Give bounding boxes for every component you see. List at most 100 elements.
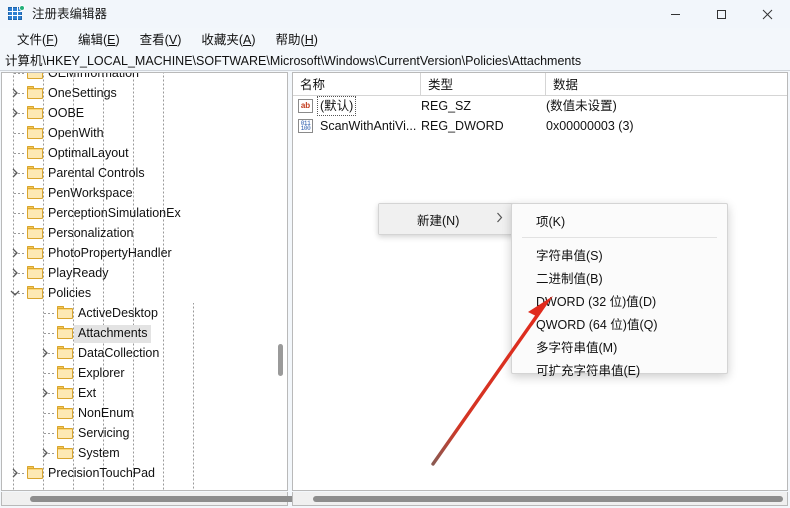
value-type: REG_SZ — [421, 99, 472, 113]
tree-item-system[interactable]: System — [2, 443, 287, 463]
dword-value-icon: 011 100 — [298, 119, 313, 133]
tree-item-label: NonEnum — [78, 406, 134, 420]
value-row[interactable]: 011 100 ScanWithAntiVi... REG_DWORD 0x000000… — [293, 116, 787, 136]
tree-item-label: PenWorkspace — [48, 186, 133, 200]
context-submenu-new-types[interactable]: 项(K) 字符串值(S) 二进制值(B) DWORD (32 位)值(D) QWORD … — [511, 203, 728, 378]
menu-edit[interactable]: 编辑(E) — [69, 30, 129, 50]
chevron-right-icon[interactable] — [8, 83, 22, 103]
folder-icon — [57, 326, 74, 340]
menu-file-tail: ) — [53, 32, 58, 47]
tree-item-oeminformation[interactable]: OEMInformation — [2, 73, 287, 83]
tree-item-label: OOBE — [48, 106, 85, 120]
menu-file-acc: F — [46, 32, 54, 47]
value-name: ScanWithAntiVi... — [320, 119, 417, 133]
value-row[interactable]: ab (默认) REG_SZ (数值未设置) — [293, 96, 787, 116]
minimize-button[interactable] — [652, 0, 698, 28]
registry-tree[interactable]: OEMInformation OneSettings OOBE OpenWith Opt… — [2, 73, 287, 483]
menu-help-acc: H — [304, 32, 314, 47]
tree-item-playready[interactable]: PlayReady — [2, 263, 287, 283]
folder-icon — [27, 106, 44, 120]
column-header-data[interactable]: 数据 — [546, 73, 787, 96]
chevron-right-icon[interactable] — [8, 263, 22, 283]
tree-item-servicing[interactable]: Servicing — [2, 423, 287, 443]
submenu-item[interactable]: 二进制值(B) — [512, 266, 727, 289]
folder-icon — [27, 286, 44, 300]
tree-item-optimallayout[interactable]: OptimalLayout — [2, 143, 287, 163]
menu-file[interactable]: 文件(F) — [8, 30, 67, 50]
chevron-right-icon[interactable] — [8, 463, 22, 483]
tree-item-attachments[interactable]: Attachments — [2, 323, 287, 343]
tree-item-label: PlayReady — [48, 266, 109, 280]
tree-item-precisiontouchpad[interactable]: PrecisionTouchPad — [2, 463, 287, 483]
menu-help-tail: ) — [313, 32, 318, 47]
context-menu-item-new-label: 新建(N) — [417, 213, 460, 228]
chevron-right-icon[interactable] — [8, 163, 22, 183]
address-path: 计算机\HKEY_LOCAL_MACHINE\SOFTWARE\Microsof… — [5, 53, 582, 68]
tree-item-onesettings[interactable]: OneSettings — [2, 83, 287, 103]
column-header-type[interactable]: 类型 — [421, 73, 546, 96]
menu-help-text: 帮助( — [275, 32, 305, 47]
tree-item-photopropertyhandler[interactable]: PhotoPropertyHandler — [2, 243, 287, 263]
tree-item-label: ActiveDesktop — [78, 306, 158, 320]
tree-item-parental-controls[interactable]: Parental Controls — [2, 163, 287, 183]
menu-view[interactable]: 查看(V) — [131, 30, 191, 50]
close-button[interactable] — [744, 0, 790, 28]
tree-item-nonenum[interactable]: NonEnum — [2, 403, 287, 423]
submenu-item[interactable]: 可扩充字符串值(E) — [512, 358, 727, 381]
submenu-item[interactable]: QWORD (64 位)值(Q) — [512, 312, 727, 335]
tree-item-penworkspace[interactable]: PenWorkspace — [2, 183, 287, 203]
window-title: 注册表编辑器 — [32, 7, 108, 21]
folder-icon — [57, 406, 74, 420]
tree-item-activedesktop[interactable]: ActiveDesktop — [2, 303, 287, 323]
list-horizontal-scrollbar[interactable] — [292, 492, 788, 506]
registry-tree-pane[interactable]: OEMInformation OneSettings OOBE OpenWith Opt… — [1, 72, 288, 491]
tree-item-oobe[interactable]: OOBE — [2, 103, 287, 123]
submenu-item[interactable]: DWORD (32 位)值(D) — [512, 289, 727, 312]
value-type: REG_DWORD — [421, 119, 504, 133]
chevron-right-icon[interactable] — [38, 383, 52, 403]
tree-item-perceptionsimulationex[interactable]: PerceptionSimulationEx — [2, 203, 287, 223]
submenu-item[interactable]: 多字符串值(M) — [512, 335, 727, 358]
tree-horizontal-scrollbar[interactable] — [1, 492, 350, 506]
menu-favorites[interactable]: 收藏夹(A) — [192, 30, 264, 50]
value-name: (默认) — [317, 96, 357, 116]
tree-item-datacollection[interactable]: DataCollection — [2, 343, 287, 363]
address-bar[interactable]: 计算机\HKEY_LOCAL_MACHINE\SOFTWARE\Microsof… — [0, 51, 790, 71]
folder-icon — [27, 126, 44, 140]
folder-icon — [57, 306, 74, 320]
chevron-down-icon[interactable] — [8, 283, 22, 303]
tree-item-ext[interactable]: Ext — [2, 383, 287, 403]
submenu-item[interactable]: 项(K) — [512, 209, 727, 232]
folder-icon — [27, 266, 44, 280]
tree-item-personalization[interactable]: Personalization — [2, 223, 287, 243]
menu-view-text: 查看( — [139, 32, 169, 47]
tree-item-label: Policies — [48, 286, 92, 300]
chevron-right-icon[interactable] — [38, 443, 52, 463]
chevron-right-icon[interactable] — [38, 343, 52, 363]
menu-bar: 文件(F) 编辑(E) 查看(V) 收藏夹(A) 帮助(H) — [0, 28, 790, 51]
chevron-right-icon[interactable] — [8, 243, 22, 263]
tree-item-openwith[interactable]: OpenWith — [2, 123, 287, 143]
registry-values-list[interactable]: ab (默认) REG_SZ (数值未设置) 011 100 ScanWithAntiVi.… — [293, 96, 787, 136]
tree-item-label: OneSettings — [48, 86, 117, 100]
tree-item-label: PrecisionTouchPad — [48, 466, 156, 480]
context-menu-item-new[interactable]: 新建(N) — [379, 204, 515, 234]
value-data: 0x00000003 (3) — [546, 119, 634, 133]
context-menu-new[interactable]: 新建(N) — [378, 203, 516, 235]
string-value-icon: ab — [298, 99, 313, 113]
submenu-item[interactable]: 字符串值(S) — [512, 243, 727, 266]
tree-item-explorer[interactable]: Explorer — [2, 363, 287, 383]
tree-vertical-scrollbar[interactable] — [274, 74, 286, 489]
menu-view-tail: ) — [177, 32, 182, 47]
chevron-right-icon[interactable] — [8, 103, 22, 123]
list-column-headers: 名称 类型 数据 — [293, 73, 787, 96]
menu-edit-text: 编辑( — [77, 32, 108, 47]
chevron-right-icon — [496, 212, 503, 226]
menu-edit-tail: ) — [115, 32, 120, 47]
folder-icon — [57, 346, 74, 360]
menu-help[interactable]: 帮助(H) — [267, 30, 327, 50]
maximize-button[interactable] — [698, 0, 744, 28]
folder-icon — [27, 73, 44, 80]
tree-item-policies[interactable]: Policies — [2, 283, 287, 303]
column-header-name[interactable]: 名称 — [293, 73, 421, 96]
